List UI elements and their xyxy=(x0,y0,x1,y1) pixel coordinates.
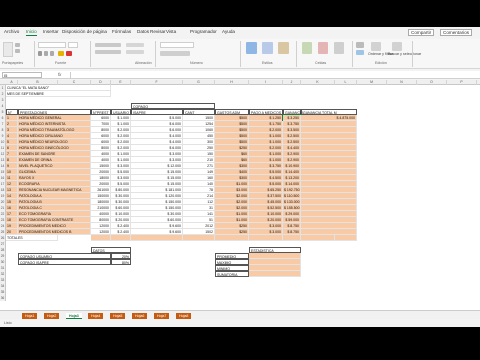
ribbon-group-number: Número xyxy=(190,61,203,65)
align-top-icons[interactable] xyxy=(95,43,121,47)
formula-bar: I5 fx xyxy=(0,71,480,79)
ribbon-group-editing: Edición xyxy=(375,61,387,65)
ribbon-group-alignment: Alineación xyxy=(135,61,152,65)
merge-center-icon[interactable] xyxy=(126,50,144,54)
sheet-tab-hoja2[interactable]: Hoja2 xyxy=(44,312,60,319)
fill-color-icon[interactable] xyxy=(58,51,64,56)
ribbon-separator xyxy=(240,41,241,67)
copy-icon[interactable] xyxy=(15,49,20,53)
align-horizontal-icons[interactable] xyxy=(95,50,121,54)
ribbon-group-styles: Estilos xyxy=(262,61,273,65)
sheet-tab-hoja5[interactable]: Hoja5 xyxy=(110,312,126,319)
ribbon-group-cells: Celdas xyxy=(315,61,327,65)
sheet-tab-hoja1[interactable]: Hoja1 xyxy=(22,312,38,319)
ribbon: Portapapeles Fuente Alineación Número Es… xyxy=(0,39,480,69)
ribbon-separator xyxy=(34,41,35,67)
share-button[interactable]: Compartir xyxy=(408,29,435,36)
delete-cells-icon[interactable] xyxy=(318,42,328,54)
ribbon-separator xyxy=(155,41,156,67)
cell-styles-icon[interactable] xyxy=(278,42,289,54)
insert-cells-icon[interactable] xyxy=(302,42,312,54)
excel-window: Archivo Inicio Insertar Disposición de pági… xyxy=(0,27,480,327)
fill-icon[interactable] xyxy=(356,50,364,55)
find-select-label[interactable]: Buscar y seleccionar xyxy=(388,52,421,56)
sheet-tab-hoja3[interactable]: Hoja3 xyxy=(66,312,82,319)
conditional-format-icon[interactable] xyxy=(246,42,257,54)
status-bar: Listo xyxy=(0,319,480,327)
autosum-icon[interactable] xyxy=(356,42,364,48)
sheet-tab-hoja7[interactable]: Hoja7 xyxy=(154,312,170,319)
menu-archivo[interactable]: Archivo xyxy=(4,29,19,34)
menu-ayuda[interactable]: Ayuda xyxy=(222,29,235,34)
menu-datos[interactable]: Datos xyxy=(137,29,149,34)
menu-programador[interactable]: Programador xyxy=(190,29,217,34)
menu-inicio[interactable]: Inicio xyxy=(26,29,37,36)
comments-button[interactable]: Comentarios xyxy=(440,29,473,36)
sheet-tab-hoja6[interactable]: Hoja6 xyxy=(132,312,148,319)
formula-input[interactable] xyxy=(70,72,475,78)
menu-f-rmulas[interactable]: Fórmulas xyxy=(112,29,131,34)
format-cells-icon[interactable] xyxy=(334,42,344,54)
cut-icon[interactable] xyxy=(15,43,20,47)
name-box[interactable]: I5 xyxy=(2,72,42,78)
ribbon-separator xyxy=(412,41,413,67)
grid-row: 36 xyxy=(0,295,480,301)
format-as-table-icon[interactable] xyxy=(262,42,273,54)
font-family-select[interactable] xyxy=(38,42,66,48)
number-format-icons[interactable] xyxy=(160,51,190,56)
sheet-tab-hoja4[interactable]: Hoja4 xyxy=(88,312,104,319)
find-select-icon[interactable] xyxy=(392,42,402,51)
ribbon-separator xyxy=(296,41,297,67)
menu-vista[interactable]: Vista xyxy=(166,29,176,34)
ribbon-separator xyxy=(90,41,91,67)
italic-icon[interactable] xyxy=(44,51,48,56)
fx-icon[interactable]: fx xyxy=(58,72,61,77)
paste-button[interactable] xyxy=(3,42,13,57)
menu-bar: Archivo Inicio Insertar Disposición de pági… xyxy=(0,27,480,39)
wrap-text-icon[interactable] xyxy=(126,43,144,47)
sheet-tabs-bar: Hoja1 Hoja2 Hoja3 Hoja4 Hoja5 Hoja6 Hoja7 Hoja8 xyxy=(0,310,480,319)
row-number[interactable]: 36 xyxy=(0,295,6,301)
menu-insertar[interactable]: Insertar xyxy=(43,29,59,34)
ribbon-separator xyxy=(352,41,353,67)
bold-icon[interactable] xyxy=(38,51,42,56)
menu-disposici-n-de-p-gina[interactable]: Disposición de página xyxy=(62,29,107,34)
font-size-select[interactable] xyxy=(68,42,78,48)
sort-filter-icon[interactable] xyxy=(371,42,381,51)
underline-icon[interactable] xyxy=(50,51,54,56)
ribbon-group-font: Fuente xyxy=(55,61,67,65)
font-color-icon[interactable] xyxy=(66,51,72,56)
worksheet-grid[interactable]: ABCDEFGHIJKLMNOPQ 1CLINICA "EL MATA SANO… xyxy=(0,80,480,310)
sheet-tab-hoja8[interactable]: Hoja8 xyxy=(176,312,192,319)
ribbon-group-clipboard: Portapapeles xyxy=(2,61,24,65)
menu-revisar[interactable]: Revisar xyxy=(150,29,166,34)
number-format-select[interactable] xyxy=(160,42,194,48)
